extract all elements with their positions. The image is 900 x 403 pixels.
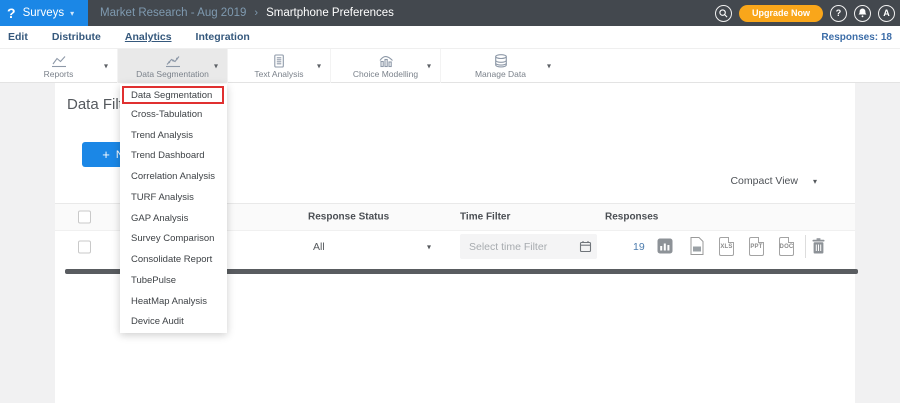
document-export-button[interactable] (690, 237, 704, 255)
questionpro-logo-icon: ? (7, 5, 16, 21)
help-button[interactable]: ? (830, 5, 847, 22)
column-header-time-filter: Time Filter (460, 212, 510, 223)
toolbar-label: Data Segmentation (136, 69, 209, 79)
trash-icon (812, 238, 825, 254)
text-report-icon (270, 54, 288, 68)
toolbar-label: Choice Modelling (353, 69, 418, 79)
toolbar-label: Text Analysis (254, 69, 303, 79)
menu-item-cross-tabulation[interactable]: Cross-Tabulation (120, 104, 227, 125)
breadcrumb-separator-icon: › (254, 7, 258, 19)
response-status-select[interactable]: All (313, 241, 325, 253)
upgrade-now-button[interactable]: Upgrade Now (739, 5, 823, 22)
data-segmentation-dropdown-menu: Data Segmentation Cross-Tabulation Trend… (120, 84, 227, 333)
toolbar-label: Manage Data (475, 69, 526, 79)
menu-item-tubepulse[interactable]: TubePulse (120, 270, 227, 291)
line-chart-icon (50, 54, 68, 68)
doc-file-icon: DOC (780, 244, 794, 250)
avatar[interactable]: A (878, 5, 895, 22)
export-xls-button[interactable]: XLS (719, 237, 734, 256)
calendar-icon[interactable] (579, 240, 592, 253)
bar-line-chart-icon (377, 54, 395, 68)
select-all-checkbox[interactable] (78, 211, 91, 224)
document-icon (690, 237, 704, 255)
responses-count: Responses: 18 (821, 32, 900, 43)
chevron-down-icon: ▾ (813, 177, 817, 186)
chevron-down-icon: ▾ (547, 62, 551, 71)
nav-item-edit[interactable]: Edit (8, 31, 28, 43)
column-header-response-status: Response Status (308, 212, 389, 223)
toolbar-data-segmentation[interactable]: Data Segmentation ▾ (117, 49, 227, 83)
nav-item-distribute[interactable]: Distribute (52, 31, 101, 43)
breadcrumb-current: Smartphone Preferences (266, 7, 394, 19)
survey-nav: Edit Distribute Analytics Integration Re… (0, 26, 900, 48)
menu-item-gap-analysis[interactable]: GAP Analysis (120, 208, 227, 229)
scatter-chart-icon (164, 54, 182, 68)
breadcrumb: Market Research - Aug 2019 › Smartphone … (100, 0, 394, 26)
menu-item-trend-dashboard[interactable]: Trend Dashboard (120, 146, 227, 167)
toolbar-text-analysis[interactable]: Text Analysis ▾ (227, 49, 330, 83)
export-ppt-button[interactable]: PPT (749, 237, 764, 256)
actions-divider (805, 235, 806, 258)
product-switcher[interactable]: ? Surveys ▾ (0, 0, 88, 26)
plus-icon: + (102, 147, 110, 162)
row-responses-count[interactable]: 19 (633, 241, 645, 253)
nav-item-integration[interactable]: Integration (196, 31, 250, 43)
search-button[interactable] (715, 5, 732, 22)
app-window: ? Surveys ▾ Market Research - Aug 2019 ›… (0, 0, 900, 403)
topbar-actions: Upgrade Now ? A (715, 0, 895, 26)
database-icon (493, 54, 509, 68)
chevron-down-icon: ▾ (104, 62, 108, 71)
menu-item-correlation-analysis[interactable]: Correlation Analysis (120, 166, 227, 187)
nav-item-analytics[interactable]: Analytics (125, 31, 172, 43)
menu-item-trend-analysis[interactable]: Trend Analysis (120, 125, 227, 146)
menu-item-turf-analysis[interactable]: TURF Analysis (120, 187, 227, 208)
analytics-toolbar: Reports ▾ Data Segmentation ▾ Text Analy… (0, 48, 900, 83)
row-checkbox[interactable] (78, 240, 91, 253)
view-report-button[interactable] (657, 238, 673, 254)
menu-item-heatmap-analysis[interactable]: HeatMap Analysis (120, 291, 227, 312)
chevron-down-icon: ▾ (214, 62, 218, 71)
menu-item-data-segmentation[interactable]: Data Segmentation (122, 86, 224, 104)
ppt-file-icon: PPT (750, 244, 762, 250)
toolbar-label: Reports (44, 69, 74, 79)
toolbar-reports[interactable]: Reports ▾ (0, 49, 117, 83)
menu-item-device-audit[interactable]: Device Audit (120, 312, 227, 333)
toolbar-manage-data[interactable]: Manage Data ▾ (440, 49, 560, 83)
notifications-button[interactable] (854, 5, 871, 22)
delete-filter-button[interactable] (812, 238, 825, 254)
compact-view-label: Compact View (730, 175, 798, 187)
breadcrumb-parent[interactable]: Market Research - Aug 2019 (100, 7, 246, 19)
chevron-down-icon[interactable]: ▾ (427, 242, 431, 251)
xls-file-icon: XLS (720, 244, 732, 250)
menu-item-consolidate-report[interactable]: Consolidate Report (120, 249, 227, 270)
menu-item-survey-comparison[interactable]: Survey Comparison (120, 229, 227, 250)
bar-chart-icon (657, 238, 673, 254)
export-doc-button[interactable]: DOC (779, 237, 794, 256)
search-icon (719, 9, 728, 18)
toolbar-choice-modelling[interactable]: Choice Modelling ▾ (330, 49, 440, 83)
compact-view-toggle[interactable]: Compact View ▾ (730, 175, 817, 187)
time-filter-input[interactable] (460, 234, 597, 259)
product-name: Surveys (23, 7, 65, 19)
chevron-down-icon: ▾ (70, 9, 74, 18)
top-bar: ? Surveys ▾ Market Research - Aug 2019 ›… (0, 0, 900, 26)
chevron-down-icon: ▾ (427, 62, 431, 71)
chevron-down-icon: ▾ (317, 62, 321, 71)
bell-icon (858, 8, 867, 18)
column-header-responses: Responses (605, 212, 658, 223)
